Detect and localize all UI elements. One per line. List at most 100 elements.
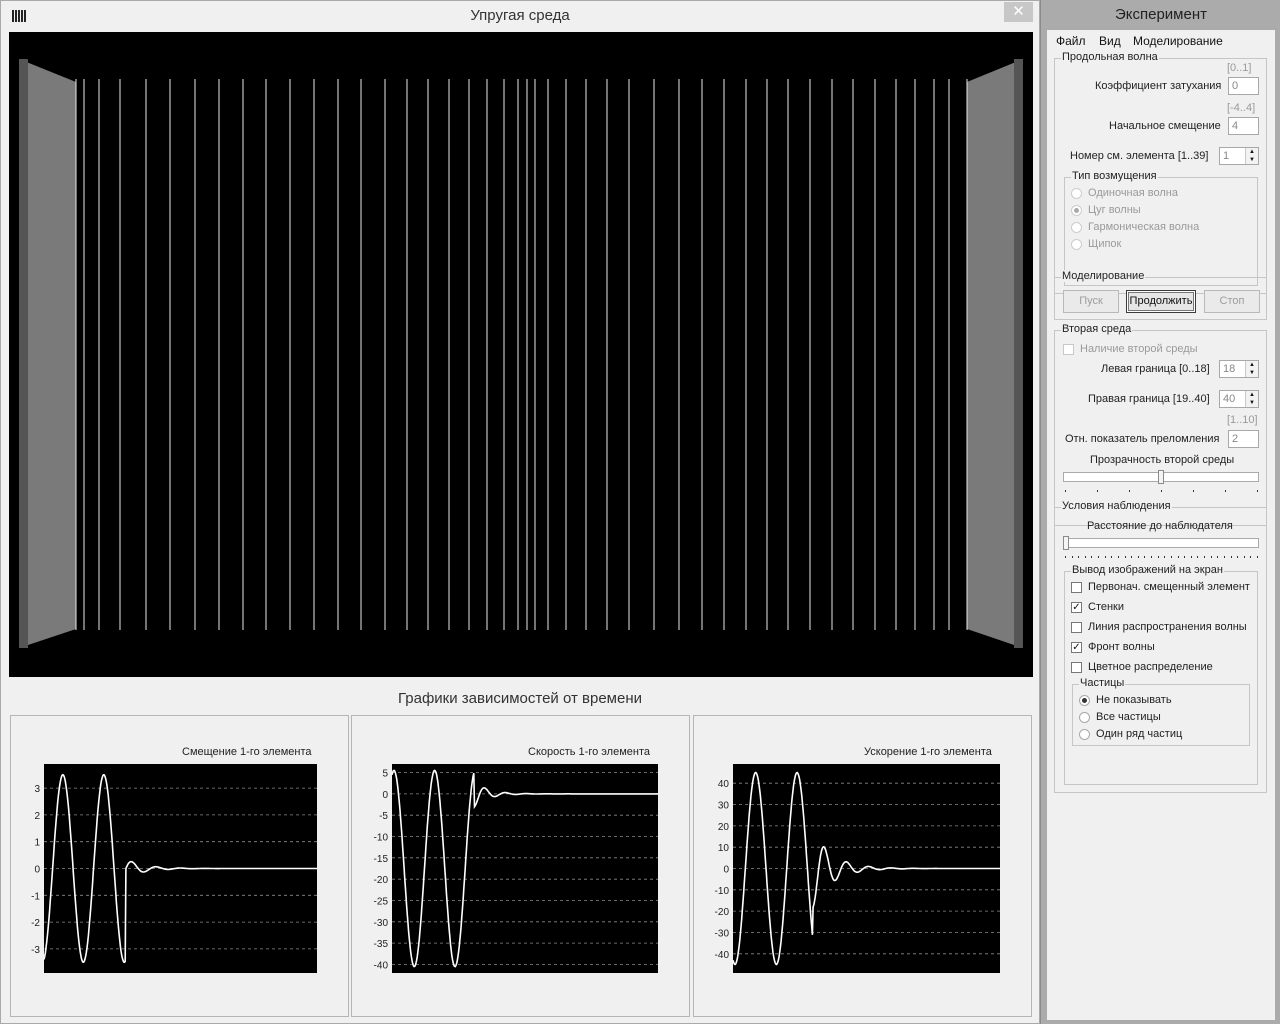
continue-button[interactable]: Продолжить: [1126, 290, 1196, 313]
window-title: Упругая среда: [470, 7, 570, 24]
particle-option-label: Один ряд частиц: [1096, 728, 1183, 740]
graphs-title: Графики зависимостей от времени: [397, 690, 642, 707]
left-boundary-label: Левая граница [0..18]: [1101, 363, 1210, 375]
y-tick-label: -40: [715, 950, 730, 961]
y-tick-label: 5: [382, 769, 388, 780]
disturbance-option-label: Цуг волны: [1088, 204, 1141, 216]
damping-input[interactable]: 0: [1228, 77, 1259, 95]
spinner-buttons[interactable]: ▲ ▼: [1245, 391, 1258, 407]
menu-file[interactable]: Файл: [1056, 34, 1086, 48]
second-medium-label: Наличие второй среды: [1080, 343, 1198, 355]
left-boundary-spinner[interactable]: 18 ▲ ▼: [1219, 360, 1259, 378]
particle-option-radio[interactable]: [1079, 695, 1090, 706]
y-tick-label: -20: [374, 875, 389, 886]
group-legend: Вторая среда: [1061, 323, 1133, 335]
second-medium-checkbox[interactable]: [1063, 344, 1074, 355]
offset-input[interactable]: 4: [1228, 117, 1259, 135]
disturbance-option-radio[interactable]: [1071, 239, 1082, 250]
y-tick-label: -5: [379, 811, 388, 822]
refraction-range: [1..10]: [1227, 414, 1258, 426]
particle-option-radio[interactable]: [1079, 712, 1090, 723]
y-tick-label: 40: [718, 779, 730, 790]
title-bar[interactable]: Эксперимент: [1041, 0, 1280, 30]
start-button[interactable]: Пуск: [1063, 290, 1119, 313]
particle-option-radio[interactable]: [1079, 729, 1090, 740]
arrow-up-icon[interactable]: ▲: [1246, 391, 1258, 399]
output-checkbox-label: Первонач. смещенный элемент: [1088, 581, 1250, 593]
acceleration-chart: 40 30 20 10 0 -10 -20 -30 -40: [715, 764, 1000, 973]
spinner-value: 18: [1223, 363, 1236, 375]
spinner-value: 40: [1223, 393, 1236, 405]
offset-range: [-4..4]: [1227, 102, 1256, 114]
output-checkbox[interactable]: [1071, 582, 1082, 593]
stop-button[interactable]: Стоп: [1204, 290, 1260, 313]
distance-slider-track[interactable]: [1063, 538, 1259, 548]
output-checkbox[interactable]: ✓: [1071, 602, 1082, 613]
disturbance-option-label: Гармоническая волна: [1088, 221, 1200, 233]
group-legend: Вывод изображений на экран: [1071, 564, 1224, 576]
y-tick-label: -30: [715, 928, 730, 939]
right-boundary-label: Правая граница [19..40]: [1088, 393, 1210, 405]
y-tick-label: 20: [718, 822, 730, 833]
y-tick-label: -10: [374, 833, 389, 844]
arrow-down-icon[interactable]: ▼: [1246, 369, 1258, 377]
spinner-value: 1: [1223, 150, 1230, 162]
medium-element-lines: [75, 79, 968, 630]
disturbance-option-radio[interactable]: [1071, 222, 1082, 233]
transparency-slider-thumb[interactable]: [1158, 470, 1164, 484]
output-checkbox[interactable]: ✓: [1071, 642, 1082, 653]
menu-view[interactable]: Вид: [1099, 34, 1121, 48]
simulation-canvas: [9, 32, 1033, 677]
displacement-chart: 3 2 1 0 -1 -2 -3: [31, 764, 317, 973]
y-tick-label: 2: [34, 811, 40, 822]
right-boundary-spinner[interactable]: 40 ▲ ▼: [1219, 390, 1259, 408]
output-checkbox-label: Стенки: [1088, 601, 1125, 613]
refraction-input[interactable]: 2: [1228, 430, 1259, 448]
y-tick-label: -30: [374, 918, 389, 929]
y-tick-label: 10: [718, 843, 730, 854]
velocity-chart: 5 0 -5 -10 -15 -20 -25 -30 -35 -40: [374, 764, 658, 973]
disturbance-option-radio[interactable]: [1071, 188, 1082, 199]
group-legend: Продольная волна: [1061, 51, 1159, 63]
output-checkbox[interactable]: [1071, 662, 1082, 673]
left-wall-edge: [19, 59, 28, 648]
y-tick-label: -10: [715, 886, 730, 897]
menu-bar: Файл Вид Моделирование: [1047, 30, 1275, 50]
y-tick-label: -35: [374, 939, 389, 950]
close-button[interactable]: ✕: [1004, 2, 1033, 22]
spinner-buttons[interactable]: ▲ ▼: [1245, 148, 1258, 164]
group-legend: Тип возмущения: [1071, 170, 1158, 182]
element-label: Номер см. элемента [1..39]: [1070, 150, 1209, 162]
y-tick-label: -25: [374, 896, 389, 907]
transparency-label: Прозрачность второй среды: [1090, 454, 1235, 466]
group-legend: Частицы: [1079, 677, 1126, 689]
window-title: Эксперимент: [1114, 6, 1207, 23]
y-tick-label: 1: [34, 838, 40, 849]
menu-modeling[interactable]: Моделирование: [1133, 34, 1223, 48]
y-tick-label: 30: [718, 801, 730, 812]
arrow-down-icon[interactable]: ▼: [1246, 156, 1258, 164]
y-tick-label: -20: [715, 907, 730, 918]
y-tick-label: 0: [723, 865, 729, 876]
arrow-up-icon[interactable]: ▲: [1246, 148, 1258, 156]
damping-range: [0..1]: [1227, 62, 1252, 74]
display-output-group: Вывод изображений на экран Первонач. сме…: [1064, 564, 1258, 785]
arrow-down-icon[interactable]: ▼: [1246, 399, 1258, 407]
group-legend: Условия наблюдения: [1061, 500, 1172, 512]
y-tick-label: -15: [374, 854, 389, 865]
output-checkbox[interactable]: [1071, 622, 1082, 633]
y-tick-label: -1: [31, 891, 40, 902]
control-panel: Файл Вид Моделирование Продольная волна …: [1047, 30, 1275, 1020]
element-spinner[interactable]: 1 ▲ ▼: [1219, 147, 1259, 165]
output-checkbox-label: Цветное распределение: [1088, 661, 1213, 673]
y-tick-label: 3: [34, 784, 40, 795]
right-wall-edge: [1014, 59, 1023, 648]
spinner-buttons[interactable]: ▲ ▼: [1245, 361, 1258, 377]
output-checkbox-label: Фронт волны: [1088, 641, 1155, 653]
disturbance-option-radio[interactable]: [1071, 205, 1082, 216]
arrow-up-icon[interactable]: ▲: [1246, 361, 1258, 369]
damping-label: Коэффициент затухания: [1095, 80, 1222, 92]
distance-slider-thumb[interactable]: [1063, 536, 1069, 550]
elastic-medium-window: Упругая среда ✕ Графики зависимостей от …: [0, 0, 1040, 1024]
title-bar[interactable]: Упругая среда ✕: [1, 1, 1039, 31]
